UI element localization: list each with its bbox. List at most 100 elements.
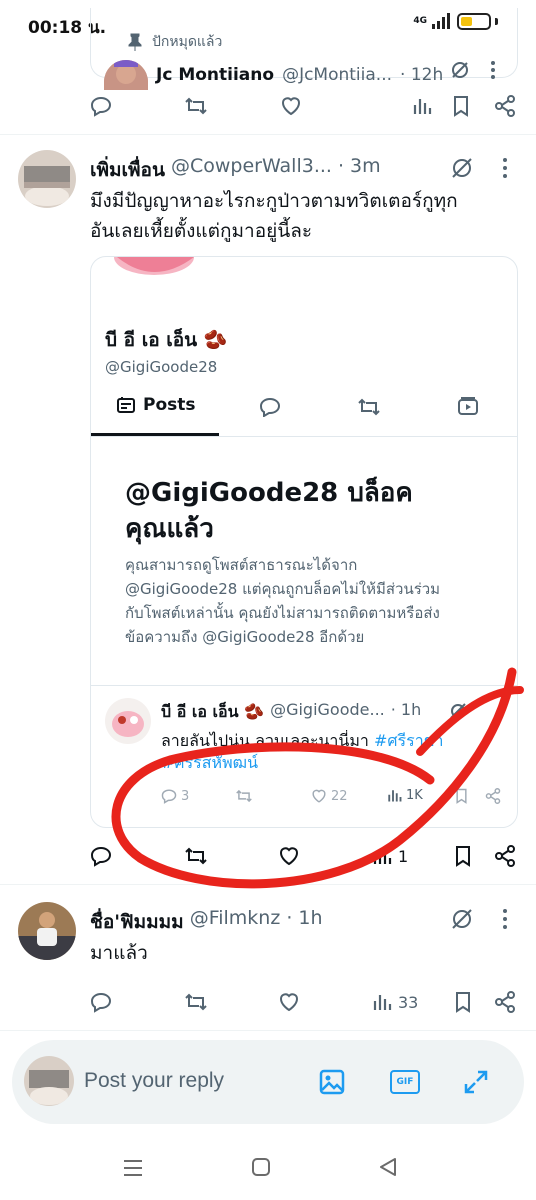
- avatar[interactable]: [18, 150, 76, 208]
- share-icon: [495, 845, 515, 867]
- avatar[interactable]: [24, 1056, 74, 1106]
- grok-icon[interactable]: [449, 702, 467, 720]
- reply-button[interactable]: [90, 986, 112, 1018]
- media-tab-icon[interactable]: [457, 397, 479, 417]
- tweet-text: มึงมีปัญญาหาอะไรกะกูป่าวตามทวิตเตอร์กูทุ…: [90, 186, 458, 246]
- author-handle[interactable]: @Filmknz: [190, 907, 281, 937]
- author-handle[interactable]: @JcMontiia...: [282, 65, 392, 85]
- bookmark-button[interactable]: [454, 840, 472, 872]
- top-author-row: Jc Montiiano @JcMontiia... · 12h: [104, 60, 443, 90]
- tweet-text-line: มึงมีปัญญาหาอะไรกะกูป่าวตามทวิตเตอร์กูทุ…: [90, 190, 458, 212]
- posts-icon: [117, 397, 135, 413]
- author-name[interactable]: ชื่อ'ฟิมมมม: [90, 907, 184, 937]
- system-nav-bar: [0, 1140, 536, 1200]
- like-button[interactable]: [278, 986, 300, 1018]
- more-icon[interactable]: [502, 908, 508, 930]
- divider: [91, 436, 517, 437]
- blocked-body: คุณสามารถดูโพสต์สาธารณะได้จาก @GigiGoode…: [125, 553, 440, 649]
- reply-composer: GIF: [12, 1040, 524, 1124]
- reply-icon: [90, 846, 112, 867]
- share-icon[interactable]: [485, 788, 501, 804]
- profile-handle: @GigiGoode28: [105, 358, 218, 376]
- grok-icon[interactable]: [450, 60, 470, 80]
- divider: [0, 884, 536, 885]
- views-button[interactable]: 1: [372, 840, 408, 872]
- share-button[interactable]: [494, 90, 516, 122]
- author-name[interactable]: เพิ่มเพื่อน: [90, 155, 165, 185]
- views-count: 33: [398, 992, 419, 1012]
- back-icon[interactable]: [378, 1157, 398, 1177]
- views-count: 1K: [406, 788, 423, 803]
- bookmark-icon: [454, 96, 468, 117]
- repost-button[interactable]: [184, 90, 208, 122]
- views-button[interactable]: 33: [372, 986, 418, 1018]
- inner-text: ลายลันไปนุ่น ลวนเลละนานี่มา #ศรีราชา #ศร…: [161, 730, 497, 774]
- views-button[interactable]: 1K: [387, 788, 423, 803]
- reply-icon: [90, 992, 112, 1013]
- tab-posts-label: Posts: [143, 395, 196, 415]
- avatar[interactable]: [104, 60, 148, 90]
- tweet-actions: 33: [90, 986, 518, 1018]
- reply-input[interactable]: [84, 1066, 264, 1096]
- author-handle[interactable]: @CowperWall3...: [171, 155, 332, 185]
- reply-button[interactable]: [90, 90, 112, 122]
- gif-button[interactable]: GIF: [390, 1070, 420, 1094]
- heart-icon: [282, 97, 300, 116]
- tweet-header: ชื่อ'ฟิมมมม @Filmknz · 1h: [90, 907, 323, 937]
- views-icon: [373, 995, 392, 1010]
- like-button[interactable]: [278, 840, 300, 872]
- reposts-tab-icon[interactable]: [357, 397, 381, 417]
- post-time: · 3m: [337, 155, 381, 177]
- image-icon[interactable]: [318, 1068, 346, 1096]
- home-icon[interactable]: [251, 1157, 271, 1177]
- tweet-text: มาแล้ว: [90, 942, 148, 964]
- post-time: · 12h: [400, 65, 444, 85]
- blocked-body-line: @GigiGoode28 แต่คุณถูกบล็อคไม่ให้มีส่วนร…: [125, 580, 441, 598]
- repost-button[interactable]: [184, 840, 208, 872]
- divider: [0, 1030, 536, 1031]
- hashtag-link[interactable]: #ศรีรสหัพฒน์: [161, 752, 497, 774]
- repost-icon[interactable]: [235, 788, 253, 804]
- reply-icon: [90, 96, 112, 117]
- grok-icon[interactable]: [450, 907, 474, 931]
- share-button[interactable]: [494, 840, 516, 872]
- tweet-actions: 1: [90, 840, 518, 872]
- post-time: · 1h: [390, 700, 422, 719]
- repost-button[interactable]: [184, 986, 208, 1018]
- blocked-body-line: คุณสามารถดูโพสต์สาธารณะได้จาก: [125, 556, 358, 574]
- more-icon[interactable]: [490, 60, 496, 80]
- quote-card[interactable]: บี อี เอ เอ็น 🫘 @GigiGoode28 Posts @Gigi…: [90, 256, 518, 828]
- more-icon[interactable]: [502, 157, 508, 179]
- recent-apps-icon[interactable]: [122, 1158, 144, 1178]
- bookmark-icon[interactable]: [455, 788, 468, 804]
- like-button[interactable]: 22: [311, 788, 348, 804]
- inner-quote[interactable]: บี อี เอ เอ็น 🫘 @GigiGoode... · 1h ลายลั…: [91, 685, 517, 827]
- repost-icon: [185, 97, 207, 115]
- bookmark-button[interactable]: [452, 90, 470, 122]
- share-button[interactable]: [494, 986, 516, 1018]
- bookmark-button[interactable]: [454, 986, 472, 1018]
- heart-icon: [312, 789, 326, 803]
- grok-icon[interactable]: [450, 156, 474, 180]
- tab-posts[interactable]: Posts: [117, 395, 196, 415]
- views-icon: [373, 849, 392, 864]
- replies-tab-icon[interactable]: [259, 397, 281, 417]
- author-name: บี อี เอ เอ็น 🫘: [161, 702, 265, 721]
- hashtag-link[interactable]: #ศรีราชา: [374, 731, 444, 750]
- author-name[interactable]: Jc Montiiano: [156, 65, 274, 85]
- views-icon: [413, 99, 432, 114]
- inner-header: บี อี เอ เอ็น 🫘 @GigiGoode... · 1h: [161, 700, 421, 725]
- blocked-body-line: กับโพสต์เหล่านั้น คุณยังไม่สามารถติดตามห…: [125, 604, 440, 622]
- views-button[interactable]: [412, 90, 432, 122]
- inner-actions: 3 22 1K: [161, 788, 507, 812]
- views-icon: [388, 790, 402, 802]
- avatar[interactable]: [105, 698, 151, 744]
- reply-button[interactable]: 3: [161, 788, 189, 804]
- avatar[interactable]: [18, 902, 76, 960]
- reply-button[interactable]: [90, 840, 112, 872]
- heart-icon: [280, 847, 298, 866]
- like-button[interactable]: [280, 90, 302, 122]
- pinned-label: ปักหมุดแล้ว: [152, 34, 223, 50]
- expand-icon[interactable]: [462, 1068, 490, 1096]
- profile-name: บี อี เอ เอ็น 🫘: [105, 329, 228, 351]
